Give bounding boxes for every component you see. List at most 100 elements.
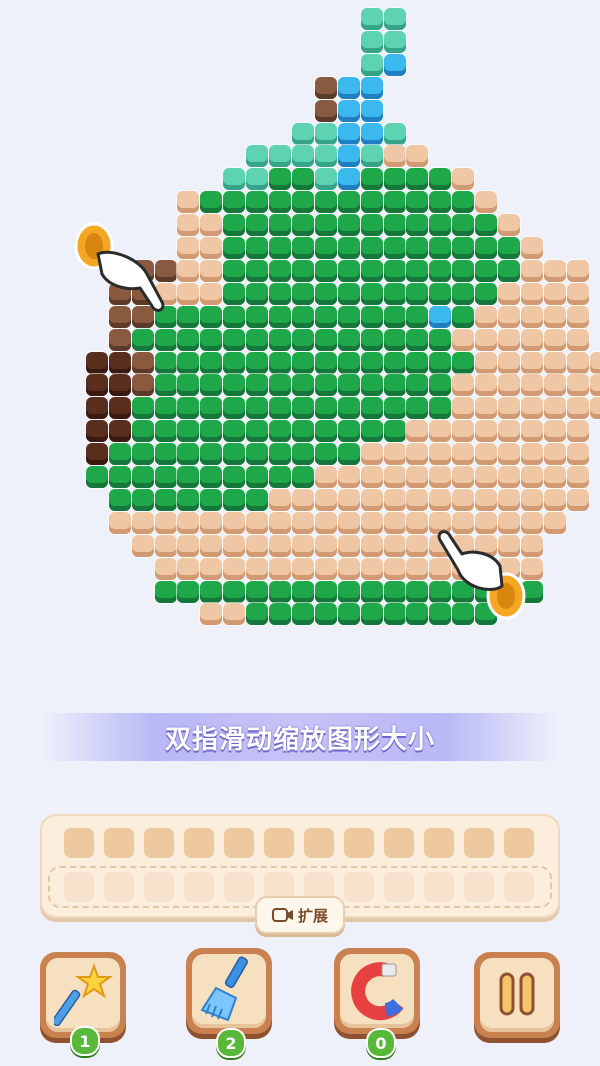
board-cell[interactable] <box>131 466 154 488</box>
board-cell[interactable] <box>475 397 498 420</box>
board-cell[interactable] <box>360 282 383 305</box>
board-cell[interactable] <box>108 466 131 488</box>
board-cell[interactable] <box>543 282 566 305</box>
board-cell[interactable] <box>589 397 600 420</box>
board-cell[interactable] <box>314 145 337 168</box>
board-cell[interactable] <box>406 557 429 580</box>
board-cell[interactable] <box>314 237 337 259</box>
board-cell[interactable] <box>337 580 360 603</box>
board-cell[interactable] <box>383 30 406 53</box>
board-cell[interactable] <box>314 122 337 145</box>
board-cell[interactable] <box>246 374 269 397</box>
board-cell[interactable] <box>246 237 269 259</box>
board-cell[interactable] <box>383 259 406 282</box>
board-cell[interactable] <box>383 191 406 214</box>
board-cell[interactable] <box>131 534 154 557</box>
board-cell[interactable] <box>291 603 314 626</box>
board-cell[interactable] <box>223 305 246 328</box>
board-cell[interactable] <box>291 466 314 488</box>
board-cell[interactable] <box>452 397 475 420</box>
board-cell[interactable] <box>85 397 108 420</box>
board-cell[interactable] <box>291 122 314 145</box>
board-cell[interactable] <box>200 557 223 580</box>
board-cell[interactable] <box>360 191 383 214</box>
board-cell[interactable] <box>566 488 589 511</box>
board-cell[interactable] <box>154 466 177 488</box>
board-cell[interactable] <box>131 488 154 511</box>
board-cell[interactable] <box>291 488 314 511</box>
board-cell[interactable] <box>543 305 566 328</box>
board-cell[interactable] <box>131 511 154 534</box>
board-cell[interactable] <box>383 603 406 626</box>
board-cell[interactable] <box>520 259 543 282</box>
board-cell[interactable] <box>223 397 246 420</box>
board-cell[interactable] <box>291 191 314 214</box>
board-cell[interactable] <box>452 351 475 374</box>
board-cell[interactable] <box>314 443 337 466</box>
board-cell[interactable] <box>360 557 383 580</box>
board-cell[interactable] <box>475 259 498 282</box>
board-cell[interactable] <box>223 328 246 351</box>
board-cell[interactable] <box>406 328 429 351</box>
board-cell[interactable] <box>360 580 383 603</box>
board-cell[interactable] <box>200 259 223 282</box>
board-cell[interactable] <box>383 488 406 511</box>
board-cell[interactable] <box>246 443 269 466</box>
board-cell[interactable] <box>543 351 566 374</box>
board-cell[interactable] <box>475 237 498 259</box>
board-cell[interactable] <box>429 237 452 259</box>
board-cell[interactable] <box>314 351 337 374</box>
board-cell[interactable] <box>543 511 566 534</box>
board-cell[interactable] <box>406 397 429 420</box>
board-cell[interactable] <box>452 488 475 511</box>
board-cell[interactable] <box>406 466 429 488</box>
board-cell[interactable] <box>246 305 269 328</box>
board-cell[interactable] <box>337 99 360 122</box>
board-cell[interactable] <box>108 420 131 443</box>
board-cell[interactable] <box>108 397 131 420</box>
board-cell[interactable] <box>177 259 200 282</box>
board-cell[interactable] <box>291 420 314 443</box>
board-cell[interactable] <box>360 122 383 145</box>
board-cell[interactable] <box>154 557 177 580</box>
board-cell[interactable] <box>589 351 600 374</box>
board-cell[interactable] <box>383 443 406 466</box>
board-cell[interactable] <box>314 511 337 534</box>
board-cell[interactable] <box>154 351 177 374</box>
board-cell[interactable] <box>337 237 360 259</box>
board-cell[interactable] <box>543 466 566 488</box>
board-cell[interactable] <box>223 603 246 626</box>
board-cell[interactable] <box>200 282 223 305</box>
board-cell[interactable] <box>360 397 383 420</box>
board-cell[interactable] <box>383 53 406 76</box>
board-cell[interactable] <box>314 420 337 443</box>
board-cell[interactable] <box>360 214 383 237</box>
board-cell[interactable] <box>475 466 498 488</box>
board-cell[interactable] <box>291 534 314 557</box>
board-cell[interactable] <box>337 191 360 214</box>
board-cell[interactable] <box>314 214 337 237</box>
board-cell[interactable] <box>429 214 452 237</box>
board-cell[interactable] <box>269 191 291 214</box>
board-cell[interactable] <box>223 259 246 282</box>
board-cell[interactable] <box>360 351 383 374</box>
board-cell[interactable] <box>520 351 543 374</box>
board-cell[interactable] <box>223 511 246 534</box>
board-cell[interactable] <box>337 122 360 145</box>
board-cell[interactable] <box>177 282 200 305</box>
board-cell[interactable] <box>314 466 337 488</box>
board-cell[interactable] <box>223 443 246 466</box>
board-cell[interactable] <box>543 328 566 351</box>
board-cell[interactable] <box>177 466 200 488</box>
board-cell[interactable] <box>291 397 314 420</box>
board-cell[interactable] <box>337 397 360 420</box>
board-cell[interactable] <box>406 145 429 168</box>
magic-wand-button[interactable]: 1 <box>40 952 126 1056</box>
board-cell[interactable] <box>177 374 200 397</box>
board-cell[interactable] <box>543 259 566 282</box>
board-cell[interactable] <box>383 580 406 603</box>
board-cell[interactable] <box>200 603 223 626</box>
board-cell[interactable] <box>337 328 360 351</box>
board-cell[interactable] <box>383 420 406 443</box>
board-cell[interactable] <box>177 305 200 328</box>
